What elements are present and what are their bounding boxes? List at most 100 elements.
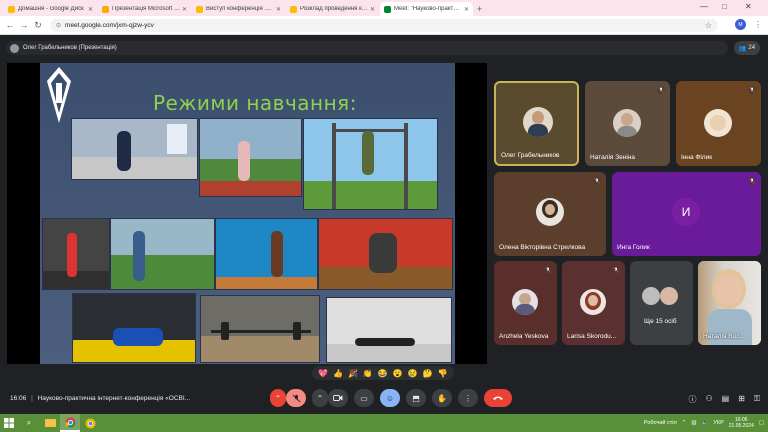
forward-icon[interactable]: → xyxy=(18,20,30,30)
chrome-icon[interactable] xyxy=(80,414,100,432)
volume-icon[interactable]: 🔈 xyxy=(702,420,709,426)
drive-icon xyxy=(8,5,15,13)
slide: Режими навчання: xyxy=(40,63,455,364)
browser-tab[interactable]: Виступ конференція .pptx - G ✕ xyxy=(192,2,285,16)
url-input[interactable]: ⊙ meet.google.com/jxm-qjzw-ycv ☆ xyxy=(50,18,718,32)
reaction-party[interactable]: 🎉 xyxy=(348,369,358,378)
reaction-thumbs-down[interactable]: 👎 xyxy=(438,369,448,378)
slide-title: Режими навчання: xyxy=(153,91,357,115)
participant-tile[interactable]: Наталія Вос... xyxy=(698,261,761,345)
slides-icon xyxy=(290,5,297,13)
participant-avatar xyxy=(580,289,606,315)
language-indicator[interactable]: УКР xyxy=(713,420,723,426)
browser-menu-icon[interactable]: ⋮ xyxy=(754,20,762,29)
reaction-heart[interactable]: 💖 xyxy=(318,369,328,378)
slides-icon xyxy=(196,5,203,13)
file-explorer-icon[interactable] xyxy=(40,414,60,432)
chat-icon[interactable]: ▤ xyxy=(722,394,730,405)
mic-off-icon xyxy=(657,86,665,94)
mic-off-icon xyxy=(593,177,601,185)
host-controls-icon[interactable]: ⚿ xyxy=(754,394,760,405)
system-tray: Робочий стіл ⌃ ▥ 🔈 УКР 16:06 21.05.2024 … xyxy=(644,414,764,432)
tab-label: Домашня - Google Диск xyxy=(18,6,84,12)
emoji-icon: ☺ xyxy=(385,393,395,403)
network-icon[interactable]: ▥ xyxy=(691,420,696,426)
participant-tile[interactable]: Олена Вікторівна Стрелкова xyxy=(494,172,606,256)
leave-call-button[interactable] xyxy=(484,389,512,407)
slide-photo-athlete-field xyxy=(110,218,215,290)
info-icon[interactable]: ⓘ xyxy=(688,394,696,405)
microphone-toggle-button[interactable] xyxy=(286,389,306,407)
reaction-thumbs-up[interactable]: 👍 xyxy=(333,369,343,378)
desktop-label[interactable]: Робочий стіл xyxy=(644,420,677,426)
slide-photo-wrestling xyxy=(72,293,196,363)
slide-photo-gym xyxy=(42,218,110,290)
reaction-sad[interactable]: 😢 xyxy=(408,369,418,378)
audio-options-button[interactable]: ⌃ xyxy=(270,389,286,407)
participants-button[interactable]: 👥 24 xyxy=(734,41,760,55)
back-icon[interactable]: ← xyxy=(4,20,16,30)
chrome-icon[interactable] xyxy=(60,414,80,432)
search-icon[interactable]: ⌕ xyxy=(18,414,40,432)
present-screen-button[interactable]: ⬒ xyxy=(406,389,426,407)
more-options-button[interactable]: ⋮ xyxy=(458,389,478,407)
start-button[interactable] xyxy=(0,414,18,432)
participant-tile[interactable]: Larisa Skorodu... xyxy=(562,261,625,345)
site-info-icon[interactable]: ⊙ xyxy=(56,22,61,29)
bookmark-star-icon[interactable]: ☆ xyxy=(705,21,712,30)
slide-photo-sprint xyxy=(199,118,302,197)
participant-tile[interactable]: И Инга Голик xyxy=(612,172,761,256)
minimize-icon[interactable]: — xyxy=(700,2,708,11)
reload-icon[interactable]: ↻ xyxy=(32,20,44,31)
participant-tile[interactable]: Anzhela Yeskova xyxy=(494,261,557,345)
reaction-surprised[interactable]: 😮 xyxy=(393,369,403,378)
raise-hand-button[interactable]: ✋ xyxy=(432,389,452,407)
chevron-up-icon[interactable]: ⌃ xyxy=(682,420,687,426)
participant-tile[interactable]: Наталія Зеніна xyxy=(585,81,670,166)
clock[interactable]: 16:06 21.05.2024 xyxy=(729,417,754,429)
participant-avatar xyxy=(642,287,660,305)
activities-icon[interactable]: ⊞ xyxy=(738,394,745,405)
maximize-icon[interactable]: □ xyxy=(722,2,727,11)
windows-logo-icon xyxy=(4,418,14,428)
close-icon[interactable]: ✕ xyxy=(88,6,93,13)
reaction-clap[interactable]: 👏 xyxy=(363,369,373,378)
browser-tab[interactable]: Розклад проведення конфер ✕ xyxy=(286,2,379,16)
participant-name: Larisa Skorodu... xyxy=(567,333,617,340)
notifications-icon[interactable]: ▢ xyxy=(759,420,764,426)
browser-tab[interactable]: Презентація Microsoft PowerP ✕ xyxy=(98,2,191,16)
browser-tab-active[interactable]: Meet: "Науково-практично ✕ xyxy=(380,2,473,16)
reaction-laugh[interactable]: 😂 xyxy=(378,369,388,378)
close-window-icon[interactable]: ✕ xyxy=(745,2,752,11)
browser-tab[interactable]: Домашня - Google Диск ✕ xyxy=(4,2,97,16)
captions-button[interactable]: ▭ xyxy=(354,389,374,407)
participant-initial-avatar: И xyxy=(672,198,700,226)
participant-name: Інна Філик xyxy=(681,154,713,161)
close-icon[interactable]: ✕ xyxy=(464,6,469,13)
slide-photo-pushup xyxy=(326,297,452,363)
university-logo xyxy=(47,67,71,123)
participant-name: Наталія Вос... xyxy=(703,333,745,340)
profile-avatar[interactable]: M xyxy=(735,19,746,30)
reactions-button[interactable]: ☺ xyxy=(380,389,400,407)
windows-taskbar: ⌕ Робочий стіл ⌃ ▥ 🔈 УКР 16:06 21.05.202… xyxy=(0,414,768,432)
new-tab-icon[interactable]: + xyxy=(477,4,482,14)
close-icon[interactable]: ✕ xyxy=(182,6,187,13)
clock-date: 21.05.2024 xyxy=(728,423,754,429)
chevron-up-icon: ⌃ xyxy=(316,393,324,403)
camera-toggle-button[interactable] xyxy=(328,389,348,407)
mic-off-icon xyxy=(748,86,756,94)
more-participants-tile[interactable]: Ще 15 осіб xyxy=(630,261,693,345)
slide-photo-boxing xyxy=(318,218,453,290)
video-options-button[interactable]: ⌃ xyxy=(312,389,328,407)
reaction-thinking[interactable]: 🤔 xyxy=(423,369,433,378)
slide-photo-pullup xyxy=(303,118,438,210)
close-icon[interactable]: ✕ xyxy=(370,6,375,13)
people-icon[interactable]: ⚇ xyxy=(705,394,712,405)
participant-avatar xyxy=(613,109,641,137)
close-icon[interactable]: ✕ xyxy=(276,6,281,13)
participant-tile[interactable]: Інна Філик xyxy=(676,81,761,166)
more-participants-label: Ще 15 осіб xyxy=(644,318,677,325)
participant-tile[interactable]: Олег Грабельников xyxy=(494,81,579,166)
captions-icon: ▭ xyxy=(360,393,368,403)
